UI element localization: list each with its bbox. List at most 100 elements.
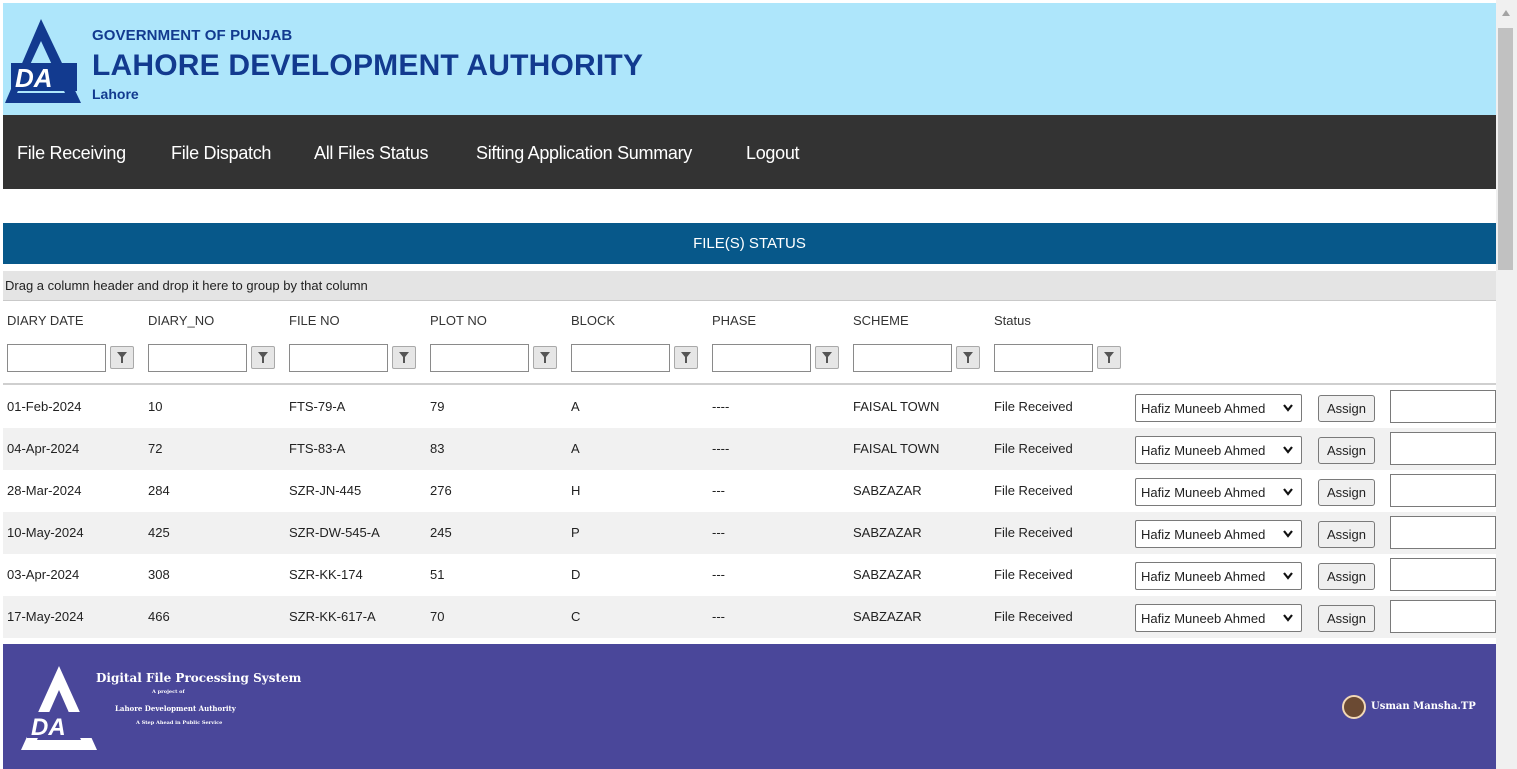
remarks-input[interactable] — [1390, 558, 1496, 591]
cell-block: C — [571, 609, 581, 624]
filter-funnel-icon — [258, 351, 268, 363]
table-row[interactable]: 04-Apr-2024 72 FTS-83-A 83 A ---- FAISAL… — [3, 428, 1496, 470]
assignee-select[interactable]: Hafiz Muneeb Ahmed — [1135, 478, 1302, 506]
column-header-phase[interactable]: PHASE — [712, 313, 756, 328]
filter-button[interactable] — [1097, 346, 1121, 369]
scrollbar-thumb[interactable] — [1498, 28, 1513, 270]
filter-button[interactable] — [110, 346, 134, 369]
filter-input[interactable] — [148, 344, 247, 372]
cell-diary-no: 466 — [148, 609, 170, 624]
filter-funnel-icon — [399, 351, 409, 363]
filter-funnel-icon — [822, 351, 832, 363]
chevron-down-icon — [1283, 530, 1293, 538]
cell-scheme: SABZAZAR — [853, 609, 922, 624]
nav-logout[interactable]: Logout — [746, 143, 800, 164]
user-avatar-icon[interactable] — [1342, 695, 1366, 719]
table-row[interactable]: 01-Feb-2024 10 FTS-79-A 79 A ---- FAISAL… — [3, 386, 1496, 428]
assignee-value: Hafiz Muneeb Ahmed — [1141, 611, 1266, 626]
filter-input[interactable] — [571, 344, 670, 372]
assignee-select[interactable]: Hafiz Muneeb Ahmed — [1135, 562, 1302, 590]
assignee-select[interactable]: Hafiz Muneeb Ahmed — [1135, 394, 1302, 422]
table-row[interactable]: 03-Apr-2024 308 SZR-KK-174 51 D --- SABZ… — [3, 554, 1496, 596]
filter-button[interactable] — [674, 346, 698, 369]
filter-button[interactable] — [533, 346, 557, 369]
group-by-panel[interactable]: Drag a column header and drop it here to… — [3, 271, 1496, 301]
remarks-input[interactable] — [1390, 516, 1496, 549]
svg-text:DA: DA — [15, 63, 53, 93]
filter-input[interactable] — [994, 344, 1093, 372]
filter-funnel-icon — [540, 351, 550, 363]
chevron-down-icon — [1283, 488, 1293, 496]
assign-button[interactable]: Assign — [1318, 479, 1375, 506]
cell-diary-no: 10 — [148, 399, 163, 414]
assign-button[interactable]: Assign — [1318, 395, 1375, 422]
filter-input[interactable] — [853, 344, 952, 372]
nav-file-receiving[interactable]: File Receiving — [17, 143, 126, 164]
assignee-select[interactable]: Hafiz Muneeb Ahmed — [1135, 604, 1302, 632]
table-row[interactable]: 17-May-2024 466 SZR-KK-617-A 70 C --- SA… — [3, 596, 1496, 638]
user-name[interactable]: Usman Mansha.TP — [1371, 701, 1476, 712]
authority-title: LAHORE DEVELOPMENT AUTHORITY — [92, 49, 644, 82]
cell-diary-no: 284 — [148, 483, 170, 498]
remarks-input[interactable] — [1390, 600, 1496, 633]
filter-button[interactable] — [392, 346, 416, 369]
svg-text:DA: DA — [31, 714, 66, 741]
cell-phase: --- — [712, 567, 725, 582]
column-header-plot-no[interactable]: PLOT NO — [430, 313, 487, 328]
scroll-up-arrow-icon[interactable] — [1502, 10, 1510, 16]
column-header-status[interactable]: Status — [994, 313, 1031, 328]
cell-block: A — [571, 441, 580, 456]
filter-funnel-icon — [681, 351, 691, 363]
column-header-file-no[interactable]: FILE NO — [289, 313, 340, 328]
cell-status: File Received — [994, 483, 1073, 498]
assign-button[interactable]: Assign — [1318, 563, 1375, 590]
cell-plot-no: 70 — [430, 609, 445, 624]
cell-phase: ---- — [712, 441, 730, 456]
assignee-value: Hafiz Muneeb Ahmed — [1141, 443, 1266, 458]
site-header: DA GOVERNMENT OF PUNJAB LAHORE DEVELOPME… — [3, 3, 1496, 115]
column-header-diary-no[interactable]: DIARY_NO — [148, 313, 214, 328]
cell-status: File Received — [994, 609, 1073, 624]
cell-scheme: FAISAL TOWN — [853, 399, 940, 414]
assignee-select[interactable]: Hafiz Muneeb Ahmed — [1135, 436, 1302, 464]
cell-scheme: SABZAZAR — [853, 567, 922, 582]
cell-diary-date: 04-Apr-2024 — [7, 441, 80, 456]
cell-phase: ---- — [712, 399, 730, 414]
table-row[interactable]: 28-Mar-2024 284 SZR-JN-445 276 H --- SAB… — [3, 470, 1496, 512]
divider — [3, 383, 1496, 385]
cell-status: File Received — [994, 567, 1073, 582]
filter-button[interactable] — [815, 346, 839, 369]
nav-sifting-application-summary[interactable]: Sifting Application Summary — [476, 143, 692, 164]
assignee-value: Hafiz Muneeb Ahmed — [1141, 485, 1266, 500]
remarks-input[interactable] — [1390, 432, 1496, 465]
table-row[interactable]: 10-May-2024 425 SZR-DW-545-A 245 P --- S… — [3, 512, 1496, 554]
assign-button[interactable]: Assign — [1318, 437, 1375, 464]
nav-all-files-status[interactable]: All Files Status — [314, 143, 429, 164]
cell-plot-no: 83 — [430, 441, 445, 456]
remarks-input[interactable] — [1390, 474, 1496, 507]
government-label: GOVERNMENT OF PUNJAB — [92, 27, 293, 44]
nav-file-dispatch[interactable]: File Dispatch — [171, 143, 271, 164]
assignee-select[interactable]: Hafiz Muneeb Ahmed — [1135, 520, 1302, 548]
cell-block: D — [571, 567, 581, 582]
cell-diary-date: 17-May-2024 — [7, 609, 84, 624]
vertical-scrollbar[interactable] — [1496, 0, 1517, 769]
column-header-block[interactable]: BLOCK — [571, 313, 615, 328]
filter-button[interactable] — [956, 346, 980, 369]
filter-input[interactable] — [7, 344, 106, 372]
main-navbar: File Receiving File Dispatch All Files S… — [3, 115, 1496, 189]
cell-scheme: SABZAZAR — [853, 483, 922, 498]
column-header-scheme[interactable]: SCHEME — [853, 313, 909, 328]
filter-input[interactable] — [430, 344, 529, 372]
filter-input[interactable] — [289, 344, 388, 372]
cell-diary-date: 10-May-2024 — [7, 525, 84, 540]
filter-input[interactable] — [712, 344, 811, 372]
site-footer: DA Digital File Processing System A proj… — [3, 644, 1496, 769]
assign-button[interactable]: Assign — [1318, 605, 1375, 632]
remarks-input[interactable] — [1390, 390, 1496, 423]
city-label: Lahore — [92, 86, 139, 102]
assign-button[interactable]: Assign — [1318, 521, 1375, 548]
filter-button[interactable] — [251, 346, 275, 369]
column-header-diary-date[interactable]: DIARY DATE — [7, 313, 84, 328]
cell-block: P — [571, 525, 580, 540]
